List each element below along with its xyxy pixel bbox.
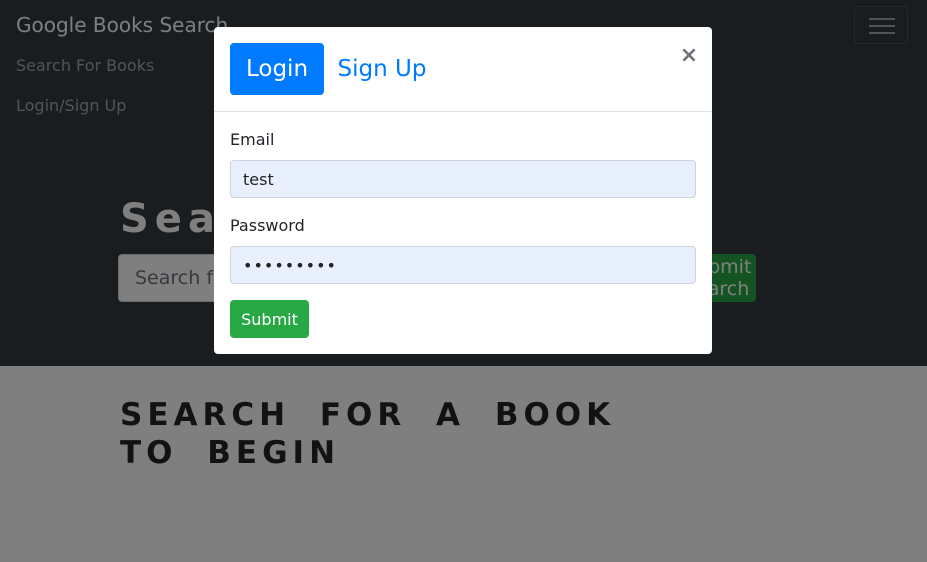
login-modal: Login Sign Up × Email Password Submit <box>214 27 712 354</box>
tab-signup[interactable]: Sign Up <box>330 43 434 95</box>
password-label: Password <box>230 216 305 235</box>
email-field[interactable] <box>230 160 696 198</box>
close-icon[interactable]: × <box>676 41 702 71</box>
tab-login[interactable]: Login <box>230 43 324 95</box>
modal-header: Login Sign Up × <box>214 27 712 112</box>
password-field[interactable] <box>230 246 696 284</box>
submit-button[interactable]: Submit <box>230 300 309 338</box>
email-label: Email <box>230 130 275 149</box>
